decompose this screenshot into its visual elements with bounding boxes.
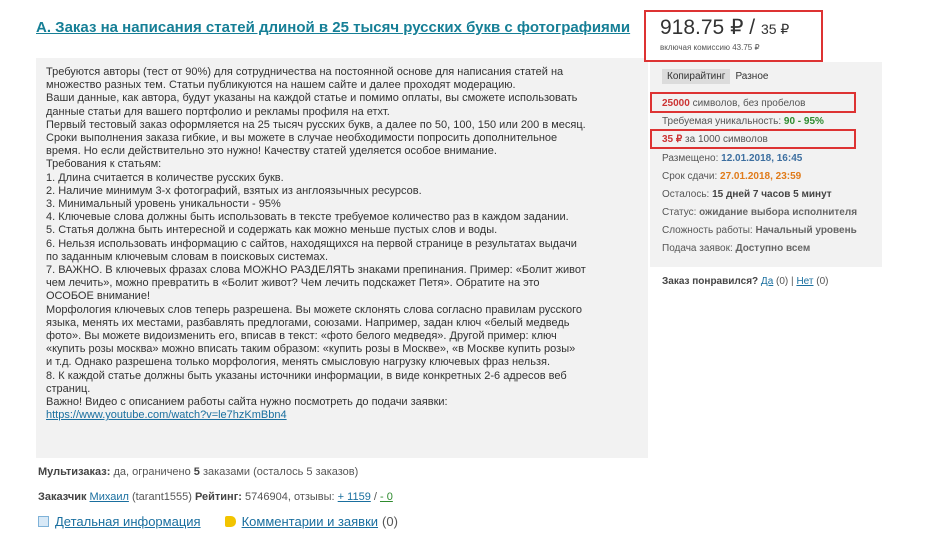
comments-link[interactable]: Комментарии и заявки [242,514,378,529]
comments-count: (0) [382,514,398,529]
status-row: Статус: ожидание выбора исполнителя [662,207,857,218]
difficulty-row: Сложность работы: Начальный уровень [662,225,857,236]
order-description: Требуются авторы (тест от 90%) для сотру… [36,58,648,458]
multi-order-label: Мультизаказ: [38,466,111,478]
description-line: ОСОБОЕ внимание! [46,290,150,303]
description-line: фото». Вы можете видоизменить его, вписа… [46,330,557,343]
deadline-value: 27.01.2018, 23:59 [720,171,802,182]
access-value: Доступно всем [735,243,811,254]
status-label: Статус: [662,207,700,218]
difficulty-label: Сложность работы: [662,225,756,236]
liked-label: Заказ понравился? [662,276,761,287]
info-icon [38,516,49,527]
liked-yes-count: (0) [773,276,792,287]
posted-label: Размещено: [662,153,722,164]
access-label: Подача заявок: [662,243,736,254]
liked-no-count: (0) [813,276,829,287]
remaining-row: Осталось: 15 дней 7 часов 5 минут [662,189,832,200]
customer-label: Заказчик [38,491,87,503]
tab-copywriting[interactable]: Копирайтинг [662,69,731,84]
uniqueness-label: Требуемая уникальность: [662,116,784,127]
description-line: Требуются авторы (тест от 90%) для сотру… [46,66,564,78]
multi-order-text: заказами (осталось [199,466,307,478]
deadline-label: Срок сдачи: [662,171,721,182]
price-per-1000: 35 ₽ [760,21,790,37]
uniqueness-row: Требуемая уникальность: 90 - 95% [662,116,824,127]
rate-highlight [650,129,856,149]
posted-value: 12.01.2018, 16:45 [721,153,803,164]
description-line: 8. К каждой статье должны быть указаны и… [46,369,567,382]
description-line: Важно! Видео с описанием работы сайта ну… [46,396,448,409]
description-line: данные статьи для вашего портфолио и рек… [46,105,390,118]
liked-no-link[interactable]: Нет [796,276,813,287]
description-line: 6. Нельзя использовать информацию с сайт… [46,237,577,250]
description-line: Морфология ключевых слов теперь разрешен… [46,303,583,316]
price-total: 918.75 ₽ [660,16,744,39]
multi-order-text: да, ограничено [110,466,194,478]
reviews-label: , отзывы: [287,491,338,503]
order-title-link[interactable]: А. Заказ на написания статей длиной в 25… [36,18,636,38]
posted-row: Размещено: 12.01.2018, 16:45 [662,153,802,164]
multi-order-text: заказов) [312,466,359,478]
price-separator: / [743,16,761,39]
order-links: Детальная информация Комментарии и заявк… [38,514,398,529]
remaining-label: Осталось: [662,189,713,200]
description-line: 3. Минимальный уровень уникальности - 95… [46,198,281,211]
access-row: Подача заявок: Доступно всем [662,243,810,254]
description-line: Ваши данные, как автора, будут указаны н… [46,92,578,105]
description-line: страниц. [46,382,91,395]
description-line: и т.д. Однако разрешена только морфологи… [46,356,551,369]
price: 918.75 ₽ / 35 ₽ [660,15,821,40]
status-value: ожидание выбора исполнителя [699,207,858,218]
uniqueness-value: 90 - 95% [783,116,824,127]
description-line: множество разных тем. Статьи публикуются… [46,79,516,92]
volume-highlight [650,92,856,113]
customer-login: (tarant1555) [128,491,195,503]
description-line: по заданным ключевым словам в поисковых … [46,250,329,263]
description-line: Сроки выполнения заказа гибкие, и вы мож… [46,132,558,145]
liked-yes-link[interactable]: Да [761,276,773,287]
difficulty-value: Начальный уровень [755,225,857,236]
description-line: языка, менять их местами, разбавлять пре… [46,316,570,329]
details-link[interactable]: Детальная информация [55,514,201,529]
customer-info: Заказчик Михаил (tarant1555) Рейтинг: 57… [38,491,393,503]
description-line: «купить розы москва» можно вписать таким… [46,343,576,356]
comment-icon [224,516,236,527]
description-line: время. Но если действительно это нужно! … [46,145,497,158]
multi-order-info: Мультизаказ: да, ограничено 5 заказами (… [38,466,358,478]
description-line: чем лечить», можно превратить в «Болит ж… [46,277,540,290]
rating-value: 5746904 [241,491,288,503]
tab-misc[interactable]: Разное [730,69,773,84]
description-line: Требования к статьям: [46,158,162,171]
description-line: 7. ВАЖНО. В ключевых фразах слова МОЖНО … [46,264,586,277]
description-line: 4. Ключевые слова должны быть использова… [46,211,569,224]
description-line: 1. Длина считается в количестве русских … [46,171,284,184]
price-box: 918.75 ₽ / 35 ₽ включая комиссию 43.75 ₽ [644,10,823,62]
liked-row: Заказ понравился? Да (0) | Нет (0) [662,276,828,287]
positive-reviews-link[interactable]: + 1159 [338,491,371,503]
description-line: 2. Наличие минимум 3-х фотографий, взяты… [46,184,422,197]
description-line: 5. Статья должна быть интересной и содер… [46,224,498,237]
remaining-value: 15 дней 7 часов 5 минут [712,189,832,200]
deadline-row: Срок сдачи: 27.01.2018, 23:59 [662,171,801,182]
reviews-separator: / [370,491,380,503]
category-tabs: Копирайтинг Разное [662,69,773,84]
customer-name-link[interactable]: Михаил [90,491,129,503]
rating-label: Рейтинг: [194,491,242,503]
commission-note: включая комиссию 43.75 ₽ [660,43,760,52]
description-line: Первый тестовый заказ оформляется на 25 … [46,118,586,131]
video-link[interactable]: https://www.youtube.com/watch?v=le7hzKmB… [46,409,287,421]
negative-reviews-link[interactable]: - 0 [380,491,393,503]
